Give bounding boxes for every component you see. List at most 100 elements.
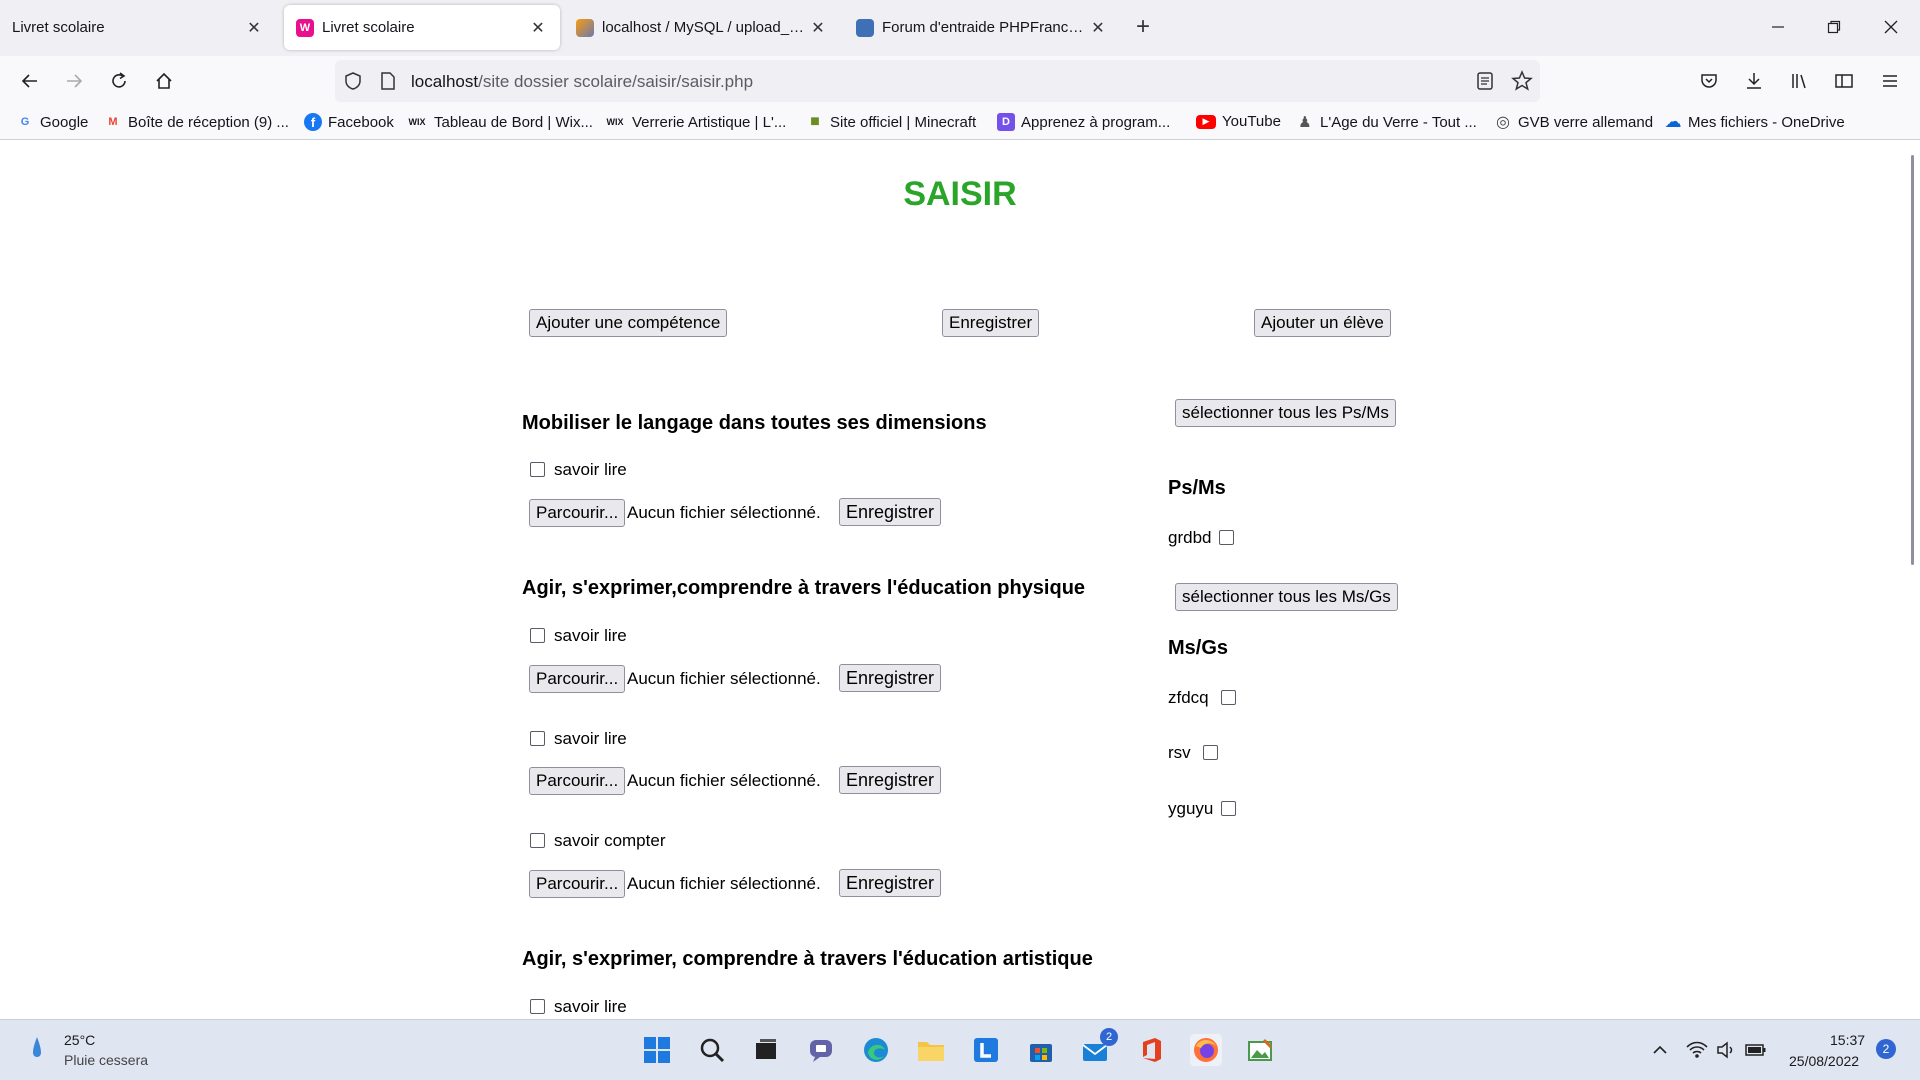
clock-time[interactable]: 15:37 [1830,1032,1865,1048]
browse-file-button[interactable]: Parcourir... [529,870,626,898]
bookmark-minecraft[interactable]: ■ Site officiel | Minecraft [806,113,976,131]
skill-checkbox[interactable] [530,999,545,1014]
student-label: rsv [1168,743,1191,762]
url-text: localhost/site dossier scolaire/saisir/s… [411,72,753,92]
student-checkbox[interactable] [1219,530,1234,545]
firefox-button[interactable] [1190,1034,1222,1066]
select-all-ms-gs-button[interactable]: sélectionner tous les Ms/Gs [1175,583,1398,611]
save-button[interactable]: Enregistrer [942,309,1040,337]
tab-phpmyadmin[interactable]: localhost / MySQL / upload_file ✕ [564,5,840,50]
library-button[interactable] [1784,65,1816,97]
clock-date[interactable]: 25/08/2022 [1789,1053,1859,1069]
page-title: SAISIR [903,175,1017,213]
bookmark-google[interactable]: G Google [16,113,89,131]
downloads-button[interactable] [1738,65,1770,97]
scrollbar-thumb[interactable] [1911,155,1914,565]
browse-file-button[interactable]: Parcourir... [529,499,626,527]
close-tab-icon[interactable]: ✕ [808,18,828,38]
volume-button[interactable] [1714,1034,1738,1066]
skill-checkbox[interactable] [530,462,545,477]
bookmark-facebook[interactable]: f Facebook [304,113,394,131]
bookmark-wix-dashboard[interactable]: WIX Tableau de Bord | Wix... [406,113,593,131]
add-skill-button[interactable]: Ajouter une compétence [529,309,728,337]
battery-button[interactable] [1744,1034,1768,1066]
skill-checkbox[interactable] [530,833,545,848]
sidebar-icon [1835,74,1853,88]
glass-icon: ♟ [1298,114,1312,131]
bookmark-star-icon[interactable] [1511,70,1533,92]
bookmark-gmail[interactable]: M Boîte de réception (9) ... [104,113,289,131]
start-button[interactable] [641,1034,673,1066]
skill-checkbox[interactable] [530,731,545,746]
bookmark-onedrive[interactable]: ☁ Mes fichiers - OneDrive [1664,112,1845,131]
tab-livret-scolaire-2[interactable]: W Livret scolaire ✕ [284,5,560,50]
file-explorer-button[interactable] [915,1034,947,1066]
bookmark-youtube[interactable]: ▶ YouTube [1196,113,1281,130]
restore-button[interactable] [1811,12,1857,42]
office-button[interactable] [1135,1034,1167,1066]
menu-button[interactable] [1874,65,1906,97]
url-bar[interactable]: localhost/site dossier scolaire/saisir/s… [335,60,1540,102]
tab-livret-scolaire-1[interactable]: Livret scolaire ✕ [0,5,276,50]
add-student-button[interactable]: Ajouter un élève [1254,309,1391,337]
save-skill-button[interactable]: Enregistrer [839,766,942,794]
mail-button[interactable]: 2 [1080,1028,1118,1066]
reload-button[interactable] [103,65,135,97]
sidebar-button[interactable] [1828,65,1860,97]
photo-app-button[interactable] [1244,1034,1276,1066]
close-tab-icon[interactable]: ✕ [528,18,548,38]
page-scrollbar[interactable] [1906,141,1920,1019]
store-button[interactable] [1025,1034,1057,1066]
reader-view-icon[interactable] [1475,71,1495,91]
browse-file-button[interactable]: Parcourir... [529,665,626,693]
home-button[interactable] [148,65,180,97]
close-tab-icon[interactable]: ✕ [244,18,264,38]
phpmyadmin-favicon-icon [576,18,594,37]
notification-badge[interactable]: 2 [1876,1039,1896,1059]
minimize-icon [1772,26,1784,28]
wix-icon: WIX [606,117,624,127]
youtube-icon: ▶ [1196,114,1216,129]
task-view-icon [756,1039,776,1059]
select-all-ps-ms-button[interactable]: sélectionner tous les Ps/Ms [1175,399,1396,427]
bookmark-age-du-verre[interactable]: ♟ L'Age du Verre - Tout ... [1296,113,1477,132]
minimize-button[interactable] [1755,12,1801,42]
edge-button[interactable] [860,1034,892,1066]
task-view-button[interactable] [750,1034,782,1066]
onedrive-icon: ☁ [1664,112,1682,131]
student-checkbox[interactable] [1203,745,1218,760]
weather-widget[interactable] [30,1035,50,1067]
image-edit-icon [1248,1038,1273,1061]
close-window-button[interactable] [1868,12,1914,42]
teams-chat-button[interactable] [805,1034,837,1066]
skill-label: savoir lire [554,997,627,1016]
skill-checkbox[interactable] [530,628,545,643]
no-file-label: Aucun fichier sélectionné. [627,503,821,522]
search-button[interactable] [696,1034,728,1066]
taskbar: 25°C Pluie cessera 2 15:37 25/08/2022 2 [0,1019,1920,1080]
chat-icon [810,1040,832,1062]
browse-file-button[interactable]: Parcourir... [529,767,626,795]
close-tab-icon[interactable]: ✕ [1088,18,1108,38]
student-label: grdbd [1168,528,1212,547]
show-hidden-icons-button[interactable] [1648,1034,1672,1066]
pocket-button[interactable] [1693,65,1725,97]
student-checkbox[interactable] [1221,801,1236,816]
student-checkbox[interactable] [1221,690,1236,705]
new-tab-button[interactable]: + [1136,14,1150,40]
back-button[interactable] [14,65,46,97]
save-skill-button[interactable]: Enregistrer [839,664,942,692]
bookmark-gvb[interactable]: ◎ GVB verre allemand [1494,113,1653,132]
library-icon [1792,74,1806,89]
bookmark-openclassrooms[interactable]: D Apprenez à program... [997,113,1170,131]
tab-phpfrance-forum[interactable]: Forum d'entraide PHPFrance - É ✕ [844,5,1120,50]
weather-temperature: 25°C [64,1032,96,1048]
save-skill-button[interactable]: Enregistrer [839,498,942,526]
wifi-button[interactable] [1685,1034,1709,1066]
save-skill-button[interactable]: Enregistrer [839,869,942,897]
download-icon [1747,73,1761,89]
chevron-up-icon [1653,1045,1667,1054]
forward-button[interactable] [58,65,90,97]
bookmark-verrerie[interactable]: WIX Verrerie Artistique | L'... [604,113,787,131]
l-app-button[interactable] [970,1034,1002,1066]
